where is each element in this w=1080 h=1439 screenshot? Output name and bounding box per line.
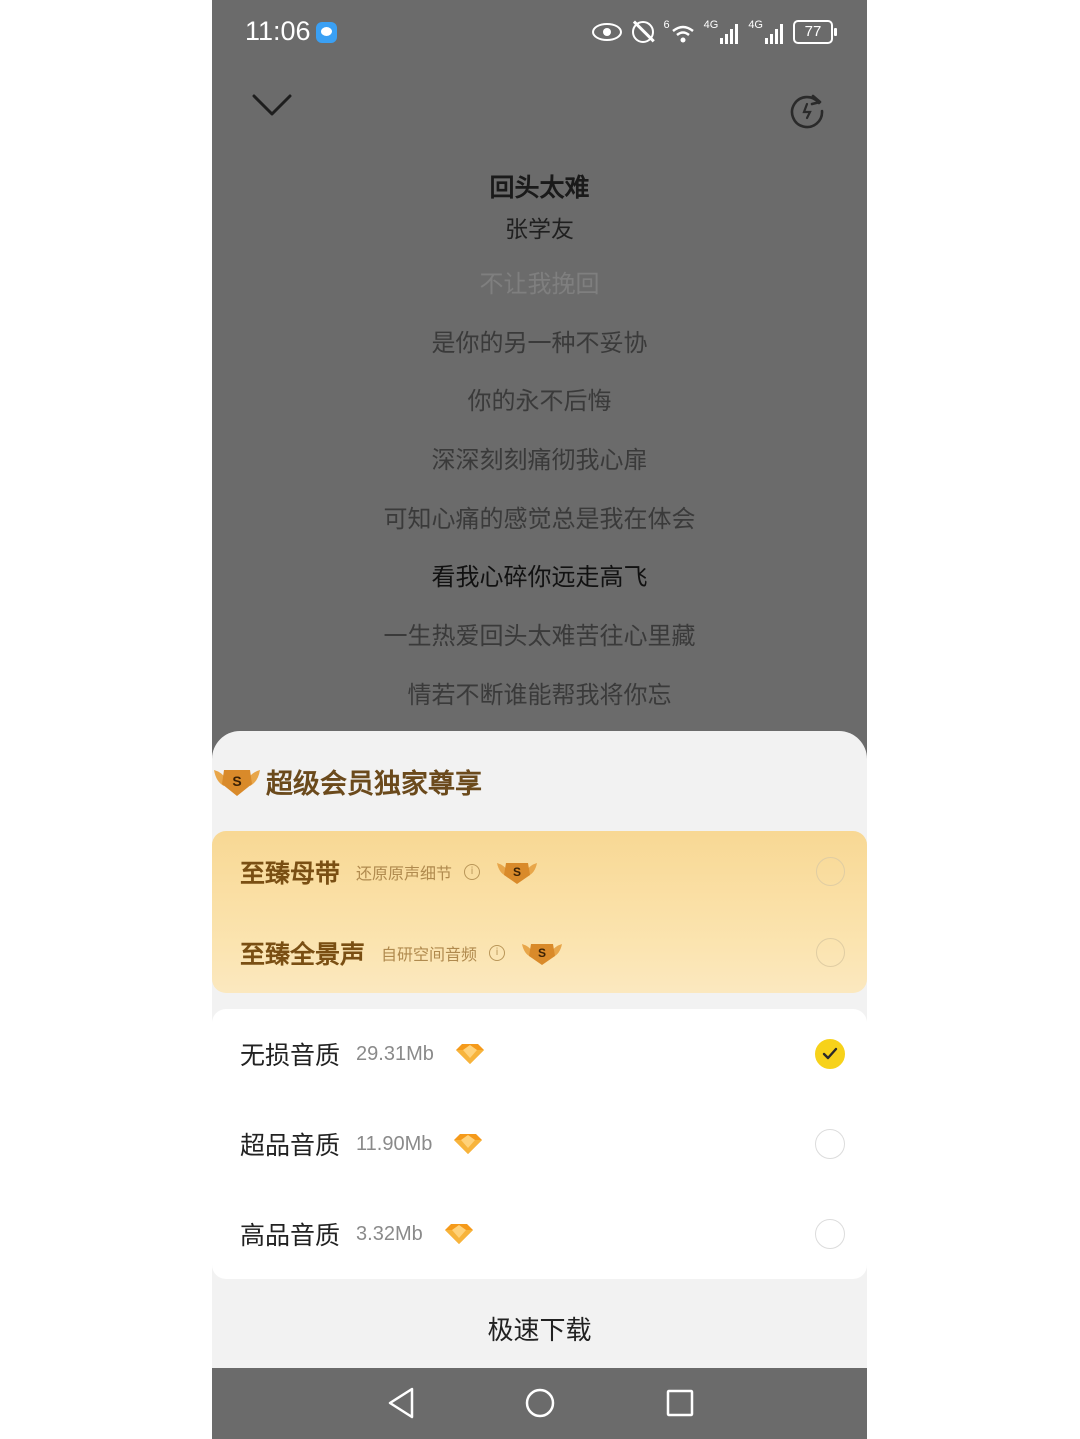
radio-button[interactable] (816, 857, 845, 886)
lyrics-list[interactable]: 不让我挽回 是你的另一种不妥协 你的永不后悔 深深刻刻痛彻我心扉 可知心痛的感觉… (212, 264, 867, 734)
home-icon[interactable] (524, 1385, 556, 1421)
network-label-1: 4G (703, 19, 719, 31)
lyric-line: 可知心痛的感觉总是我在体会 (383, 504, 696, 533)
badge-letter: S (538, 946, 546, 960)
option-name: 至臻母带 (240, 858, 341, 888)
badge-letter: S (513, 865, 521, 879)
radio-button-selected[interactable] (815, 1039, 845, 1069)
option-high-quality[interactable]: 高品音质 3.32Mb (212, 1189, 867, 1279)
option-desc: 自研空间音频 (381, 944, 478, 964)
signal-icon-2: 4G (748, 20, 783, 44)
option-name: 至臻全景声 (240, 939, 366, 969)
lyric-line: 是你的另一种不妥协 (431, 328, 648, 357)
lyric-line: 你的永不后悔 (467, 387, 612, 416)
quality-size: 29.31Mb (356, 1042, 434, 1065)
lyric-line: 不让我挽回 (479, 270, 600, 298)
battery-icon: 77 (793, 20, 837, 44)
quality-options-card: 无损音质 29.31Mb 超品音质 11.90Mb 高品音质 3.32Mb (212, 1009, 867, 1279)
alarm-off-icon (631, 21, 654, 43)
status-time: 11:06 (245, 16, 311, 46)
quality-size: 11.90Mb (356, 1132, 433, 1155)
quality-name: 高品音质 (240, 1221, 341, 1250)
message-notification-icon (316, 22, 337, 43)
phone-screen: 11:06 6 4G 4G 77 回头太难 张学友 不让我挽回 是你的另一种不妥… (212, 0, 867, 1439)
signal-icon-1: 4G (704, 20, 739, 44)
sheet-title: 超级会员独家尊享 (266, 768, 482, 800)
song-artist[interactable]: 张学友 (212, 210, 867, 244)
lyric-line: 情若不断谁能帮我将你忘 (407, 680, 672, 709)
option-desc: 还原原声细节 (356, 863, 453, 883)
chevron-down-icon[interactable] (250, 90, 294, 120)
badge-letter: S (232, 773, 241, 789)
radio-button[interactable] (815, 1129, 845, 1159)
diamond-icon (455, 1044, 484, 1064)
premium-options-card: 至臻母带 还原原声细节 i S 至臻全景声 自研空间音频 i S (212, 831, 867, 993)
song-title: 回头太难 (489, 173, 590, 202)
lyric-line: 一生热爱回头太难苦往心里藏 (383, 622, 696, 651)
super-vip-badge-icon: S (497, 862, 538, 884)
info-icon[interactable]: i (489, 944, 506, 961)
quality-name: 超品音质 (240, 1131, 341, 1160)
fast-download-button[interactable]: 极速下载 (212, 1291, 867, 1366)
back-icon[interactable] (386, 1385, 418, 1421)
option-lossless[interactable]: 无损音质 29.31Mb (212, 1009, 867, 1099)
diamond-icon (444, 1224, 473, 1244)
sheet-header: S 超级会员独家尊享 (212, 761, 482, 801)
super-vip-badge-icon: S (214, 770, 260, 796)
lyric-line-active: 看我心碎你远走高飞 (431, 563, 648, 592)
network-label-2: 4G (748, 19, 763, 31)
navigation-bar (212, 1368, 867, 1439)
status-bar: 11:06 6 4G 4G 77 (212, 0, 867, 64)
option-master-tape[interactable]: 至臻母带 还原原声细节 i S (212, 831, 867, 912)
download-quality-sheet: S 超级会员独家尊享 至臻母带 还原原声细节 i S 至臻全景声 自研空间音频 … (212, 731, 867, 1368)
wifi-label: 6 (663, 19, 670, 31)
radio-button[interactable] (816, 938, 845, 967)
quality-size: 3.32Mb (356, 1222, 423, 1245)
eye-icon (591, 23, 622, 41)
recents-icon[interactable] (664, 1385, 696, 1421)
lyric-line: 深深刻刻痛彻我心扉 (431, 446, 648, 475)
replay-icon[interactable] (788, 91, 826, 129)
super-vip-badge-icon: S (522, 943, 563, 965)
radio-button[interactable] (815, 1219, 845, 1249)
status-icons: 6 4G 4G 77 (591, 18, 837, 46)
info-icon[interactable]: i (464, 863, 481, 880)
wifi-icon: 6 (664, 20, 694, 44)
option-atmos[interactable]: 至臻全景声 自研空间音频 i S (212, 912, 867, 993)
option-super-quality[interactable]: 超品音质 11.90Mb (212, 1099, 867, 1189)
diamond-icon (454, 1134, 483, 1154)
quality-name: 无损音质 (240, 1041, 341, 1070)
